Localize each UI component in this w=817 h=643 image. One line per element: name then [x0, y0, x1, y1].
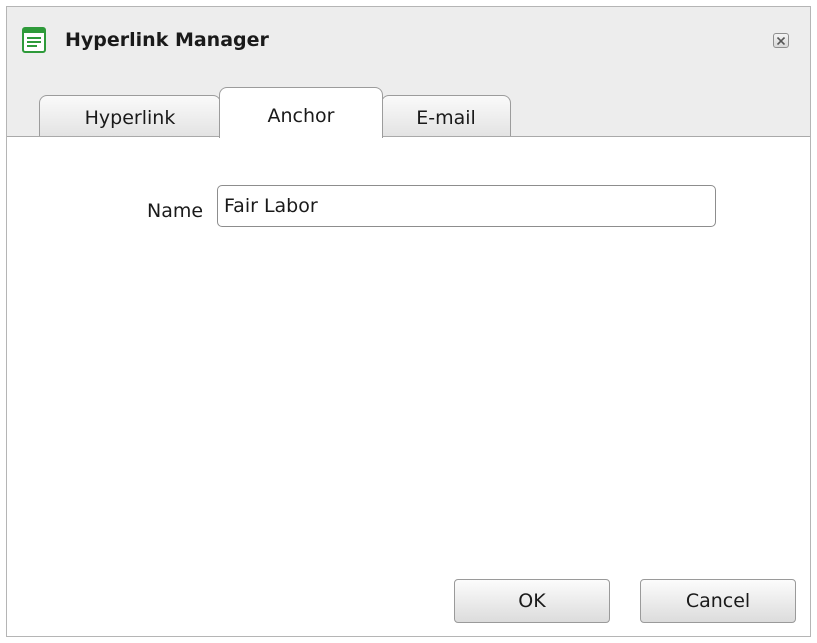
anchor-panel: Name OK Cancel — [7, 137, 810, 636]
tab-anchor[interactable]: Anchor — [219, 87, 383, 138]
tab-hyperlink[interactable]: Hyperlink — [39, 95, 221, 138]
close-icon — [777, 37, 785, 45]
tab-hyperlink-label: Hyperlink — [84, 107, 176, 129]
document-list-icon — [22, 27, 46, 53]
title-bar[interactable]: Hyperlink Manager — [7, 7, 810, 77]
dialog-title: Hyperlink Manager — [65, 29, 269, 51]
cancel-button[interactable]: Cancel — [640, 579, 796, 623]
tab-anchor-label: Anchor — [267, 105, 335, 127]
name-input[interactable] — [217, 185, 716, 227]
name-label: Name — [147, 200, 204, 222]
tab-strip: Hyperlink Anchor E-mail — [7, 77, 810, 138]
tab-email[interactable]: E-mail — [381, 95, 511, 138]
ok-button[interactable]: OK — [454, 579, 610, 623]
tab-email-label: E-mail — [416, 107, 476, 129]
close-button[interactable] — [773, 33, 789, 48]
hyperlink-manager-dialog: Hyperlink Manager Hyperlink Anchor E-mai… — [6, 6, 811, 637]
